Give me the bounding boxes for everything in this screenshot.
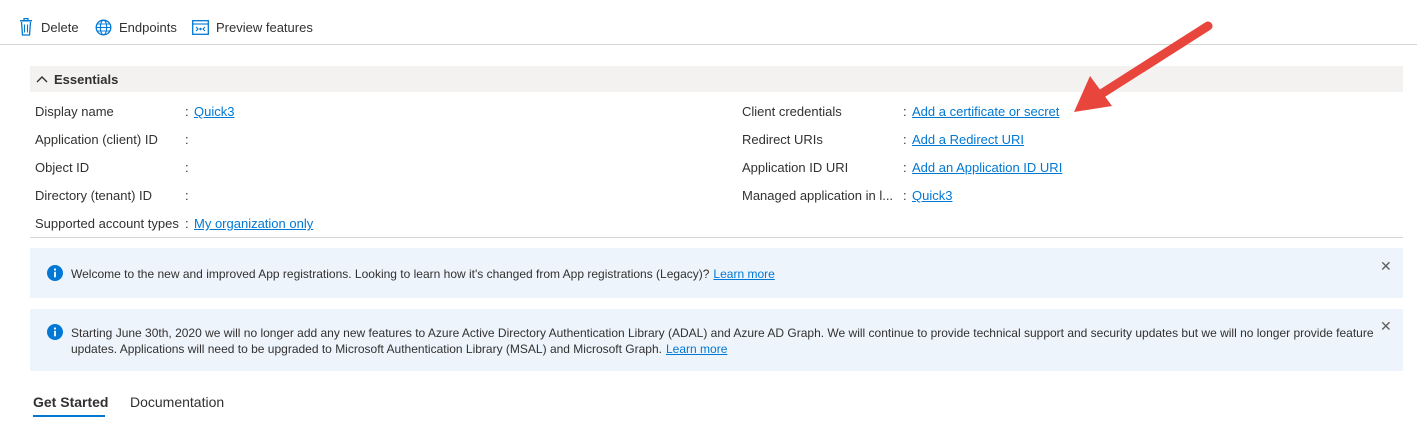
tab-documentation[interactable]: Documentation <box>130 394 224 410</box>
info-icon <box>47 324 63 343</box>
display-name-label: Display name <box>35 104 114 119</box>
active-tab-indicator <box>33 415 105 417</box>
preview-features-icon <box>192 19 209 35</box>
separator: : <box>903 132 907 147</box>
learn-more-link[interactable]: Learn more <box>713 267 774 281</box>
account-types-label: Supported account types <box>35 216 179 231</box>
separator: : <box>185 188 189 203</box>
redirect-uris-label: Redirect URIs <box>742 132 823 147</box>
separator: : <box>185 160 189 175</box>
learn-more-link[interactable]: Learn more <box>666 342 727 356</box>
app-id-uri-label: Application ID URI <box>742 160 849 175</box>
info-banner-adal: Starting June 30th, 2020 we will no long… <box>30 309 1403 371</box>
preview-features-button[interactable]: Preview features <box>192 16 313 38</box>
tenant-id-label: Directory (tenant) ID <box>35 188 153 203</box>
preview-features-label: Preview features <box>216 19 313 35</box>
chevron-up-icon <box>36 75 48 83</box>
essentials-divider <box>30 237 1403 238</box>
add-app-id-uri-link[interactable]: Add an Application ID URI <box>912 160 1062 175</box>
add-redirect-uri-link[interactable]: Add a Redirect URI <box>912 132 1024 147</box>
add-certificate-link[interactable]: Add a certificate or secret <box>912 104 1059 119</box>
separator: : <box>185 104 189 119</box>
close-icon[interactable]: ✕ <box>1380 319 1392 333</box>
close-icon[interactable]: ✕ <box>1380 259 1392 273</box>
tab-get-started[interactable]: Get Started <box>33 394 108 410</box>
banner-message: Welcome to the new and improved App regi… <box>71 266 1351 282</box>
client-id-label: Application (client) ID <box>35 132 158 147</box>
endpoints-label: Endpoints <box>119 19 177 35</box>
separator: : <box>903 104 907 119</box>
banner-text: Welcome to the new and improved App regi… <box>71 267 710 281</box>
info-banner-welcome: Welcome to the new and improved App regi… <box>30 248 1403 298</box>
managed-app-link[interactable]: Quick3 <box>912 188 952 203</box>
object-id-label: Object ID <box>35 160 90 175</box>
delete-label: Delete <box>41 19 79 35</box>
banner-message: Starting June 30th, 2020 we will no long… <box>71 325 1379 357</box>
delete-button[interactable]: Delete <box>18 16 79 38</box>
separator: : <box>903 188 907 203</box>
managed-app-label: Managed application in l... <box>742 188 894 203</box>
separator: : <box>185 216 189 231</box>
separator: : <box>903 160 907 175</box>
endpoints-button[interactable]: Endpoints <box>95 16 177 38</box>
essentials-title: Essentials <box>54 71 119 87</box>
globe-icon <box>95 19 112 36</box>
display-name-link[interactable]: Quick3 <box>194 104 234 119</box>
trash-icon <box>18 18 34 36</box>
client-credentials-label: Client credentials <box>742 104 842 119</box>
account-types-link[interactable]: My organization only <box>194 216 313 231</box>
red-arrow-annotation <box>1074 21 1213 112</box>
separator: : <box>185 132 189 147</box>
info-icon <box>47 265 63 284</box>
